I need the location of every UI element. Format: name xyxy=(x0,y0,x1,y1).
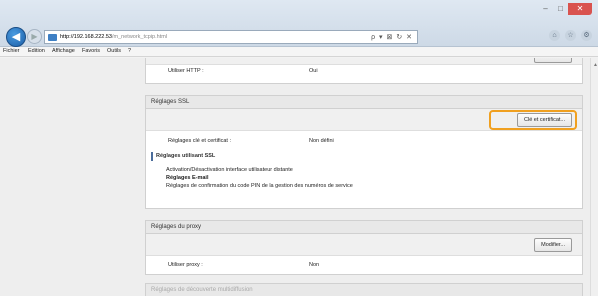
multicast-section-title: Réglages de découverte multidiffusion xyxy=(146,284,582,296)
address-bar[interactable]: http://192.168.222.53/m_network_tcpip.ht… xyxy=(44,30,418,44)
vertical-scrollbar[interactable]: ▲ xyxy=(590,58,598,296)
ssl-key-row: Réglages clé et certificat : Non défini xyxy=(146,135,582,148)
ssl-section-title: Réglages SSL xyxy=(146,96,582,109)
menu-affichage[interactable]: Affichage xyxy=(52,48,75,54)
proxy-label: Utiliser proxy : xyxy=(168,262,203,268)
url-path: /m_network_tcpip.html xyxy=(112,34,168,40)
menu-favoris[interactable]: Favoris xyxy=(82,48,100,54)
ssl-panel: Réglages SSL Clé et certificat... Réglag… xyxy=(145,95,583,209)
back-arrow-icon: ◀ xyxy=(11,31,21,43)
http-label: Utiliser HTTP : xyxy=(168,68,204,74)
ssl-key-value: Non défini xyxy=(309,138,334,144)
browser-toolbar-icons: ⌂ ☆ ⚙ xyxy=(549,30,592,41)
forward-button[interactable]: ▶ xyxy=(27,29,42,44)
proxy-modify-button[interactable]: Modifier... xyxy=(534,238,572,252)
http-row: Utiliser HTTP : Oui xyxy=(146,65,582,78)
scroll-up-icon[interactable]: ▲ xyxy=(593,62,598,68)
ssl-items-list: Activation/Désactivation interface utili… xyxy=(146,166,582,190)
home-icon[interactable]: ⌂ xyxy=(549,30,560,41)
close-button[interactable]: ✕ xyxy=(568,3,592,15)
gear-icon[interactable]: ⚙ xyxy=(581,30,592,41)
multicast-panel: Réglages de découverte multidiffusion xyxy=(145,283,583,296)
http-edit-button[interactable] xyxy=(534,58,572,63)
menu-bar: Fichier Edition Affichage Favoris Outils… xyxy=(0,47,598,57)
proxy-panel: Réglages du proxy Modifier... Utiliser p… xyxy=(145,220,583,275)
http-value: Oui xyxy=(309,68,318,74)
window-controls: – □ ✕ xyxy=(538,3,592,15)
ssl-key-label: Réglages clé et certificat : xyxy=(168,138,231,144)
http-panel: Utiliser HTTP : Oui xyxy=(145,58,583,84)
maximize-button[interactable]: □ xyxy=(553,3,568,15)
list-item: Réglages de confirmation du code PIN de … xyxy=(166,183,353,189)
url-text[interactable]: http://192.168.222.53/m_network_tcpip.ht… xyxy=(60,34,167,40)
star-icon[interactable]: ☆ xyxy=(565,30,576,41)
address-tools[interactable]: ρ ▾ ⊠ ↻ ✕ xyxy=(371,33,413,41)
menu-edition[interactable]: Edition xyxy=(28,48,45,54)
proxy-button-bar: Modifier... xyxy=(146,234,582,256)
menu-fichier[interactable]: Fichier xyxy=(3,48,20,54)
ssl-subsection-title: Réglages utilisant SSL xyxy=(151,152,582,161)
proxy-section-title: Réglages du proxy xyxy=(146,221,582,234)
proxy-value: Non xyxy=(309,262,320,268)
proxy-row: Utiliser proxy : Non xyxy=(146,259,582,272)
url-host: http://192.168.222.53 xyxy=(60,34,112,40)
menu-help[interactable]: ? xyxy=(128,48,131,54)
menu-outils[interactable]: Outils xyxy=(107,48,121,54)
http-button-bar xyxy=(146,58,582,65)
back-button[interactable]: ◀ xyxy=(6,27,26,47)
button-highlight xyxy=(489,110,577,130)
list-item: Réglages E-mail xyxy=(166,175,209,181)
ssl-button-bar: Clé et certificat... xyxy=(146,109,582,131)
site-icon xyxy=(48,34,57,41)
page-viewport: Utiliser HTTP : Oui Réglages SSL Clé et … xyxy=(0,58,590,296)
minimize-button[interactable]: – xyxy=(538,3,553,15)
forward-arrow-icon: ▶ xyxy=(31,32,38,41)
list-item: Activation/Désactivation interface utili… xyxy=(166,167,293,173)
